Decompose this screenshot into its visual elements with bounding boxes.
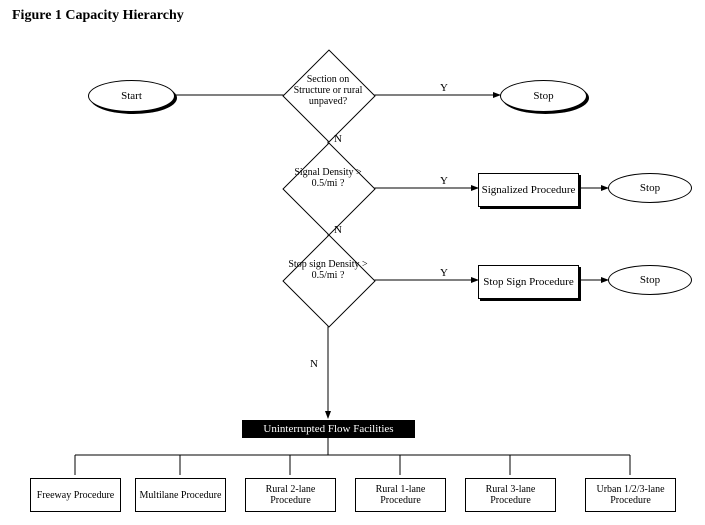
label-no-3: N <box>310 358 318 370</box>
proc-rural-1: Rural 1-lane Procedure <box>355 478 446 512</box>
label-yes-1: Y <box>440 82 448 94</box>
proc-urban-123: Urban 1/2/3-lane Procedure <box>585 478 676 512</box>
uninterrupted-flow-box: Uninterrupted Flow Facilities <box>242 420 415 438</box>
label-no-2: N <box>334 224 342 236</box>
label-yes-2: Y <box>440 175 448 187</box>
decision-signal-density-label: Signal Density > 0.5/mi ? <box>288 167 368 189</box>
stop-node-3: Stop <box>608 265 692 295</box>
proc-rural-2: Rural 2-lane Procedure <box>245 478 336 512</box>
start-node: Start <box>88 80 175 112</box>
proc-freeway: Freeway Procedure <box>30 478 121 512</box>
decision-structure-label: Section on Structure or rural unpaved? <box>288 74 368 107</box>
label-no-1: N <box>334 133 342 145</box>
decision-stopsign-density-label: Stop sign Density > 0.5/mi ? <box>288 259 368 281</box>
stop-node-1: Stop <box>500 80 587 112</box>
signalized-procedure-box: Signalized Procedure <box>478 173 579 207</box>
stop-sign-procedure-box: Stop Sign Procedure <box>478 265 579 299</box>
stop-node-2: Stop <box>608 173 692 203</box>
proc-multilane: Multilane Procedure <box>135 478 226 512</box>
label-yes-3: Y <box>440 267 448 279</box>
proc-rural-3: Rural 3-lane Procedure <box>465 478 556 512</box>
